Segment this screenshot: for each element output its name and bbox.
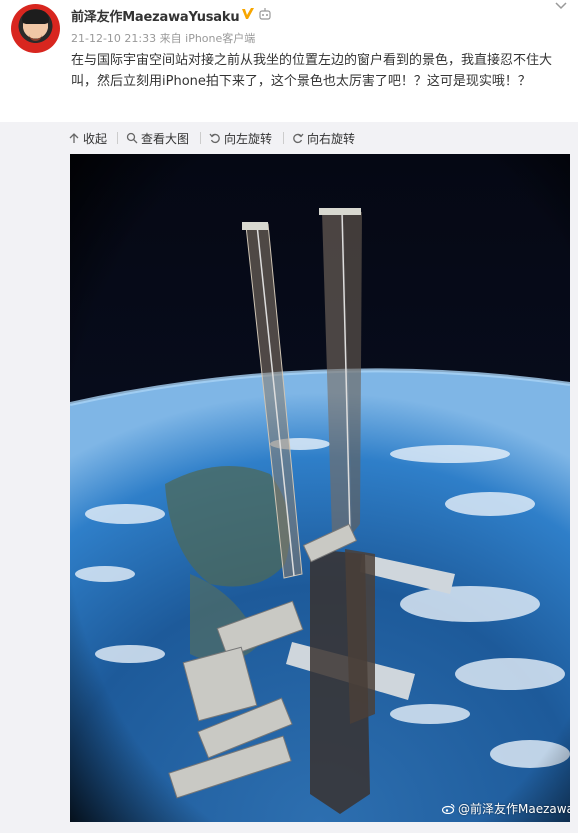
rotate-left-icon xyxy=(209,133,220,144)
rotate-left-button[interactable]: 向左旋转 xyxy=(209,122,272,154)
view-large-label: 查看大图 xyxy=(141,131,190,146)
magnifier-icon xyxy=(126,132,138,144)
post-meta: 21-12-10 21:33 来自 iPhone客户端 xyxy=(71,30,255,46)
avatar-hair xyxy=(22,10,49,24)
image-toolbar: 收起 查看大图 向左旋转 向右旋转 xyxy=(0,122,578,154)
post-text: 在与国际宇宙空间站对接之前从我坐的位置左边的窗户看到的景色，我直接忍不住大叫，然… xyxy=(71,53,553,89)
view-large-button[interactable]: 查看大图 xyxy=(126,122,189,154)
rotate-right-button[interactable]: 向右旋转 xyxy=(292,122,355,154)
photo-area: @前泽友作MaezawaYusaku xyxy=(0,154,578,833)
toolbar-divider xyxy=(117,132,118,144)
timestamp[interactable]: 21-12-10 21:33 xyxy=(71,32,156,45)
post-header: 前泽友作MaezawaYusaku 21-12-10 21:33 来自 iPho… xyxy=(0,0,578,122)
source-prefix: 来自 xyxy=(159,32,182,45)
watermark-text: @前泽友作MaezawaYusaku xyxy=(458,802,570,816)
toolbar-divider xyxy=(283,132,284,144)
username[interactable]: 前泽友作MaezawaYusaku xyxy=(71,6,240,25)
avatar-smile xyxy=(29,33,42,41)
collapse-label: 收起 xyxy=(83,131,108,146)
verified-badge-icon xyxy=(242,8,254,19)
toolbar-divider xyxy=(200,132,201,144)
collapse-button[interactable]: 收起 xyxy=(68,122,107,154)
robot-badge-icon xyxy=(259,8,271,20)
avatar[interactable] xyxy=(11,4,60,53)
photo-watermark: @前泽友作MaezawaYusaku xyxy=(442,800,570,817)
post-photo[interactable]: @前泽友作MaezawaYusaku xyxy=(70,154,570,822)
rotate-left-label: 向左旋转 xyxy=(224,131,273,146)
rotate-right-label: 向右旋转 xyxy=(307,131,356,146)
space-station-photo xyxy=(70,154,570,822)
source-link[interactable]: iPhone客户端 xyxy=(185,32,255,45)
more-chevron-icon[interactable] xyxy=(554,0,568,12)
weibo-logo-icon xyxy=(442,803,455,814)
rotate-right-icon xyxy=(293,133,304,144)
collapse-arrow-icon xyxy=(69,133,79,143)
